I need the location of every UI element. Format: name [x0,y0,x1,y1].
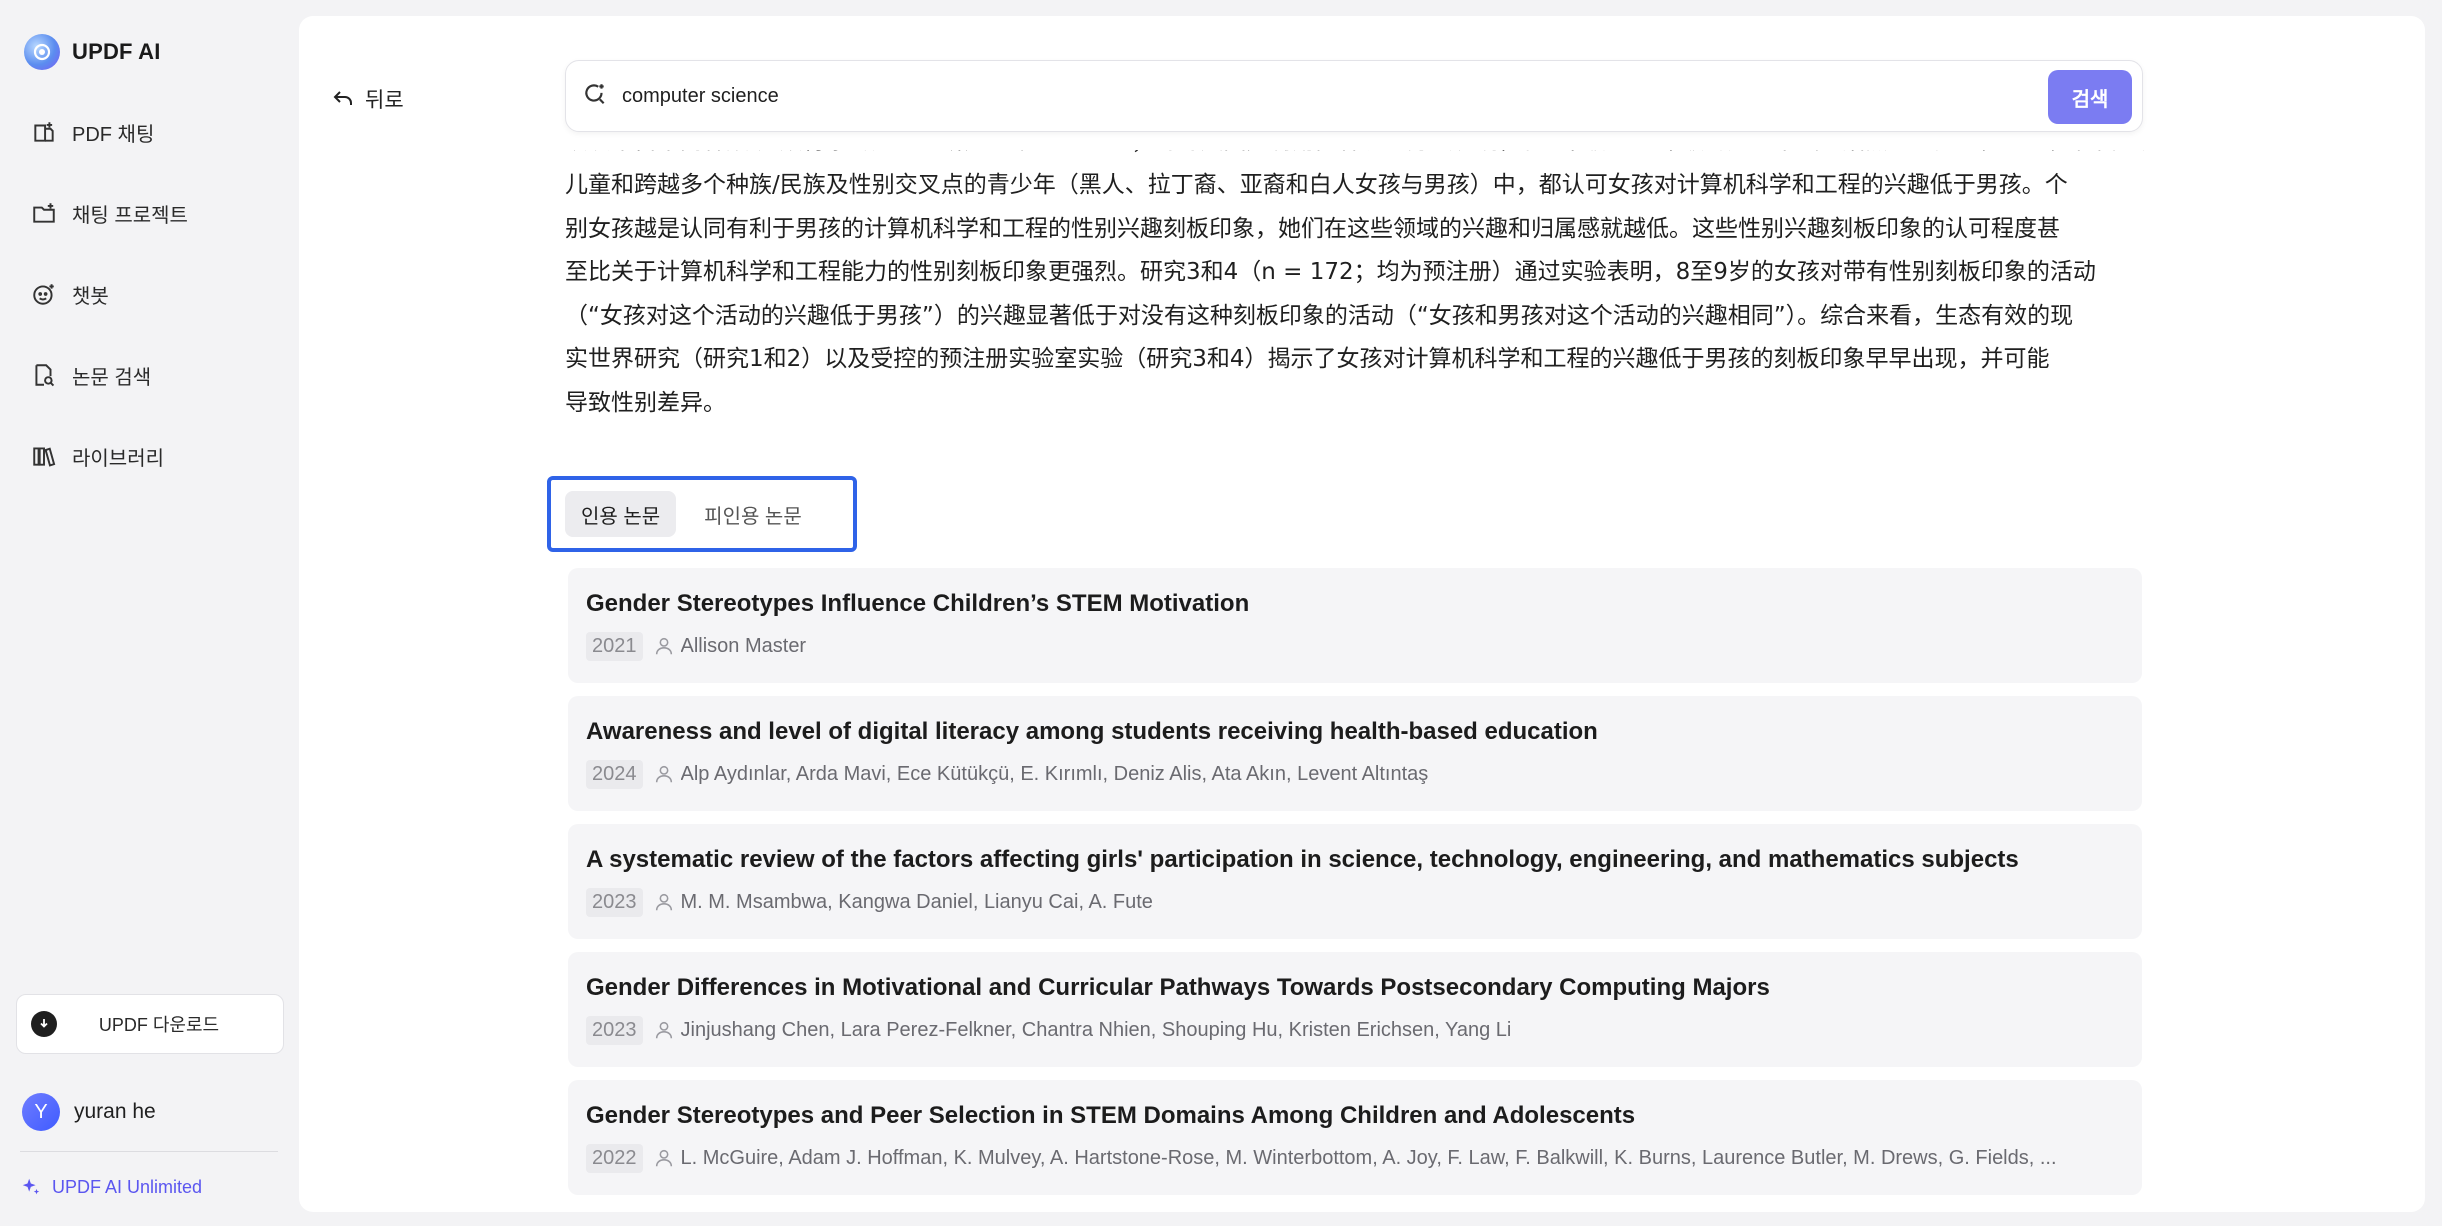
tab-cited-by[interactable]: 피인용 논문 [688,491,818,537]
sidebar-item-chat-project[interactable]: 채팅 프로젝트 [16,185,284,241]
paper-abstract: 以及来自不同种族/民族背景的儿童。研究1（n = 2277；均为美国）利用多种测… [565,150,2145,426]
paper-meta: 2024 Alp Aydınlar, Arda Mavi, Ece Kütükç… [586,758,2124,790]
sidebar-item-paper-search[interactable]: 논문 검색 [16,347,284,403]
list-item[interactable]: Awareness and level of digital literacy … [568,696,2142,811]
sidebar-item-label: PDF 채팅 [72,123,155,146]
list-item[interactable]: A systematic review of the factors affec… [568,824,2142,939]
paper-title: A systematic review of the factors affec… [586,846,2019,873]
sidebar-item-library[interactable]: 라이브러리 [16,428,284,484]
main-panel: 뒤로 검색 以及来自不同种族/民族背景的儿童。研究1（n = 2277；均为美国… [299,16,2425,1212]
updf-logo-icon [24,34,60,70]
paper-authors: Jinjushang Chen, Lara Perez-Felkner, Cha… [680,1018,1512,1041]
sidebar-item-pdf-chat[interactable]: PDF 채팅 [16,104,284,160]
download-label: UPDF 다운로드 [98,1015,220,1035]
abstract-line: 导致性别差异。 [565,389,726,416]
sidebar-divider [20,1151,278,1152]
list-item[interactable]: Gender Differences in Motivational and C… [568,952,2142,1067]
paper-title: Gender Differences in Motivational and C… [586,974,1770,1001]
unlimited-link[interactable]: UPDF AI Unlimited [20,1172,202,1202]
sidebar-nav: PDF 채팅 채팅 프로젝트 챗봇 논문 검색 라이브러리 [16,104,284,509]
sidebar-item-label: 챗봇 [72,285,109,308]
search-icon [582,81,608,112]
paper-authors: M. M. Msambwa, Kangwa Daniel, Lianyu Cai… [680,890,1153,913]
back-button[interactable]: 뒤로 [331,82,404,116]
paper-year: 2021 [586,631,643,661]
citation-tabs: 인용 논문 피인용 논문 [547,476,857,552]
person-icon [653,1147,675,1169]
paper-year: 2024 [586,759,643,789]
avatar: Y [22,1093,60,1131]
brand-name: UPDF AI [72,39,161,64]
abstract-line: 至比关于计算机科学和工程能力的性别刻板印象更强烈。研究3和4（n = 172；均… [565,259,2096,286]
folder-icon [30,199,58,227]
paper-authors: Alp Aydınlar, Arda Mavi, Ece Kütükçü, E.… [680,762,1429,785]
sidebar-item-label: 채팅 프로젝트 [72,204,188,227]
person-icon [653,891,675,913]
back-arrow-icon [333,91,352,105]
paper-title: Awareness and level of digital literacy … [586,718,1598,745]
abstract-cut-line: 以及来自不同种族/民族背景的儿童。研究1（n = 2277；均为美国）利用多种测… [565,150,2145,164]
paper-meta: 2023 M. M. Msambwa, Kangwa Daniel, Liany… [586,886,2124,918]
paper-year: 2022 [586,1143,643,1173]
paper-list: Gender Stereotypes Influence Children’s … [568,568,2142,1208]
sidebar: UPDF AI PDF 채팅 채팅 프로젝트 챗봇 논문 검색 라이브러리 UP… [0,0,299,1226]
brand[interactable]: UPDF AI [24,32,161,72]
user-name: yuran he [74,1100,156,1123]
abstract-line: 实世界研究（研究1和2）以及受控的预注册实验室实验（研究3和4）揭示了女孩对计算… [565,346,2050,373]
paper-search-icon [30,361,58,389]
paper-meta: 2023 Jinjushang Chen, Lara Perez-Felkner… [586,1014,2124,1046]
search-input[interactable] [622,84,2002,108]
sidebar-item-label: 논문 검색 [72,366,152,389]
sidebar-item-chatbot[interactable]: 챗봇 [16,266,284,322]
paper-authors: L. McGuire, Adam J. Hoffman, K. Mulvey, … [680,1146,2057,1169]
download-button[interactable]: UPDF 다운로드 [16,994,284,1054]
sidebar-item-label: 라이브러리 [72,447,164,470]
chatbot-icon [30,280,58,308]
list-item[interactable]: Gender Stereotypes and Peer Selection in… [568,1080,2142,1195]
pdf-chat-icon [30,118,58,146]
list-item[interactable]: Gender Stereotypes Influence Children’s … [568,568,2142,683]
abstract-line: 儿童和跨越多个种族/民族及性别交叉点的青少年（黑人、拉丁裔、亚裔和白人女孩与男孩… [565,172,2068,198]
paper-authors: Allison Master [680,634,807,657]
abstract-line: 别女孩越是认同有利于男孩的计算机科学和工程的性别兴趣刻板印象，她们在这些领域的兴… [565,215,2060,242]
back-label: 뒤로 [365,89,404,112]
unlimited-label: UPDF AI Unlimited [52,1176,203,1197]
person-icon [653,763,675,785]
library-icon [30,442,58,470]
paper-title: Gender Stereotypes Influence Children’s … [586,590,1250,617]
paper-meta: 2021 Allison Master [586,630,2124,662]
tab-references[interactable]: 인용 논문 [565,491,677,537]
paper-year: 2023 [586,1015,643,1045]
person-icon [653,635,675,657]
search-bar: 검색 [565,60,2143,132]
abstract-line: （“女孩对这个活动的兴趣低于男孩”）的兴趣显著低于对没有这种刻板印象的活动（“女… [565,302,2074,329]
person-icon [653,1019,675,1041]
paper-year: 2023 [586,887,643,917]
paper-meta: 2022 L. McGuire, Adam J. Hoffman, K. Mul… [586,1142,2124,1174]
paper-title: Gender Stereotypes and Peer Selection in… [586,1102,1636,1129]
download-icon [31,1011,57,1037]
search-button[interactable]: 검색 [2048,70,2132,124]
user-profile[interactable]: Y yuran he [22,1092,156,1132]
sparkle-icon [22,1178,40,1195]
